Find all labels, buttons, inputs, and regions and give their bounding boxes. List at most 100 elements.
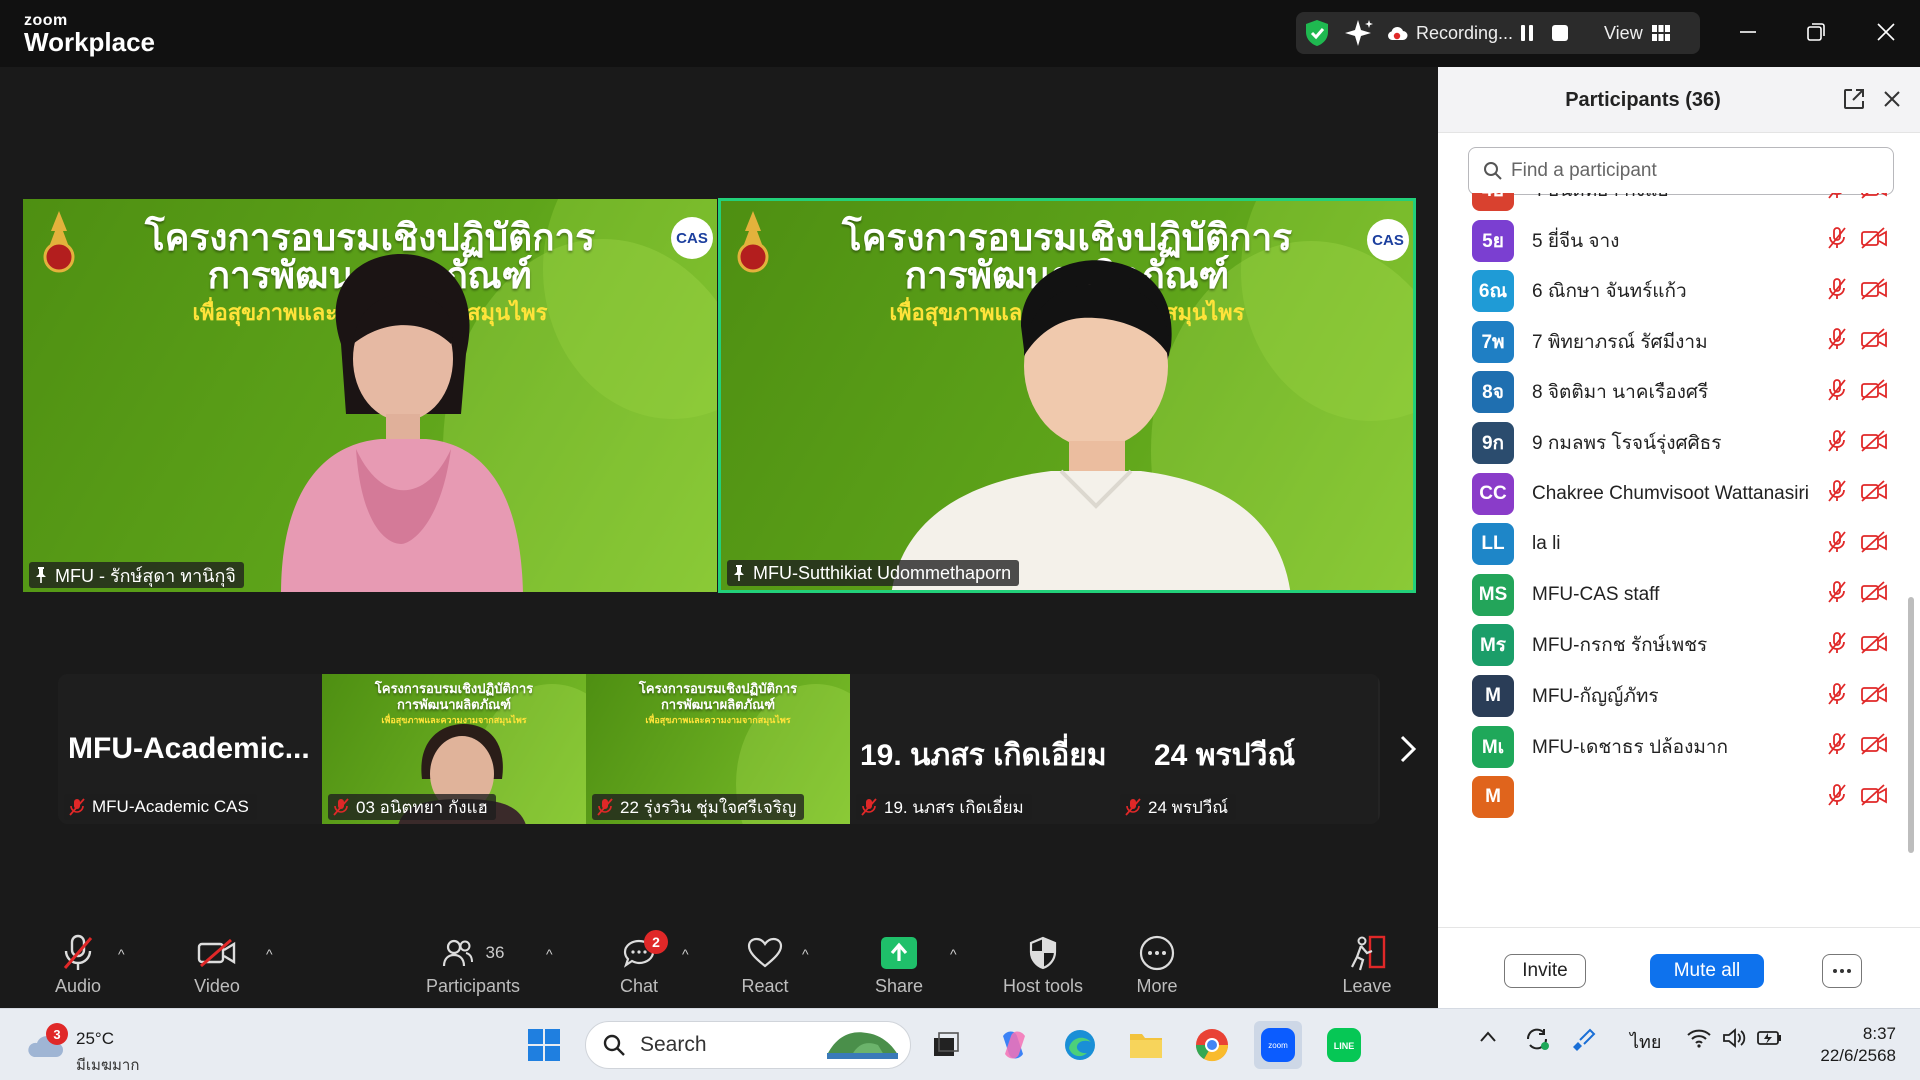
taskbar-search[interactable]: Search: [585, 1021, 911, 1069]
mic-muted-icon[interactable]: [1826, 193, 1848, 205]
mic-muted-icon[interactable]: [1826, 580, 1848, 609]
taskbar-search-label: Search: [640, 1033, 707, 1056]
find-participant-field[interactable]: [1468, 147, 1894, 195]
react-button[interactable]: React: [710, 930, 820, 1006]
wifi-tray-icon[interactable]: [1686, 1027, 1712, 1054]
copilot-app[interactable]: [990, 1021, 1038, 1069]
video-off-icon[interactable]: [1860, 480, 1888, 507]
encryption-shield-icon[interactable]: [1304, 14, 1330, 52]
video-off-icon[interactable]: [1860, 227, 1888, 254]
windows-start-button[interactable]: [520, 1021, 568, 1069]
volume-tray-icon[interactable]: [1722, 1027, 1746, 1054]
host-tools-button[interactable]: Host tools: [978, 930, 1108, 1006]
stop-recording-button[interactable]: [1550, 14, 1570, 52]
video-off-icon[interactable]: [1860, 581, 1888, 608]
participant-row[interactable]: M: [1438, 766, 1908, 828]
strip-tile[interactable]: MFU-Academic... MFU-Academic CAS: [58, 674, 322, 824]
share-options-caret[interactable]: ^: [950, 946, 957, 962]
participants-button[interactable]: 36 Participants: [418, 930, 528, 1006]
mute-all-button[interactable]: Mute all: [1650, 954, 1764, 988]
close-panel-button[interactable]: [1882, 89, 1902, 114]
strip-tile[interactable]: 24 พรปวีณ์ 24 พรปวีณ์: [1114, 674, 1378, 824]
host-tools-label: Host tools: [1002, 976, 1084, 996]
file-explorer-app[interactable]: [1122, 1021, 1170, 1069]
task-view-app[interactable]: [922, 1021, 970, 1069]
view-button[interactable]: View: [1604, 14, 1671, 52]
strip-next-page-button[interactable]: [1384, 724, 1432, 774]
leave-button[interactable]: Leave: [1312, 930, 1422, 1006]
chrome-app[interactable]: [1188, 1021, 1236, 1069]
mic-muted-icon[interactable]: [1826, 732, 1848, 761]
video-tile-rakskuda[interactable]: โครงการอบรมเชิงปฏิบัติการ การพัฒนาผลิตภั…: [23, 199, 717, 592]
edge-app[interactable]: [1056, 1021, 1104, 1069]
video-off-icon[interactable]: [1860, 328, 1888, 355]
invite-button[interactable]: Invite: [1504, 954, 1586, 988]
close-window-button[interactable]: [1856, 10, 1916, 54]
participants-scrollbar[interactable]: [1908, 597, 1914, 853]
strip-tile[interactable]: 19. นภสร เกิดเอี่ยม 19. นภสร เกิดเอี่ยม: [850, 674, 1114, 824]
more-button[interactable]: More: [1102, 930, 1212, 1006]
mic-muted-icon[interactable]: [1826, 783, 1848, 812]
chat-button[interactable]: Chat: [584, 930, 694, 1006]
cloud-recording-indicator[interactable]: Recording...: [1386, 14, 1513, 52]
react-options-caret[interactable]: ^: [802, 946, 809, 962]
mic-muted-icon[interactable]: [1826, 631, 1848, 660]
mic-muted-icon[interactable]: [1826, 530, 1848, 559]
video-off-icon[interactable]: [1860, 278, 1888, 305]
sync-tray-icon[interactable]: [1524, 1027, 1550, 1056]
line-app[interactable]: LINE: [1320, 1021, 1368, 1069]
video-off-icon[interactable]: [1860, 733, 1888, 760]
mic-muted-icon[interactable]: [1826, 429, 1848, 458]
pause-recording-button[interactable]: [1518, 14, 1536, 52]
tile-nametag: 24 พรปวีณ์: [1120, 794, 1237, 820]
participants-options-caret[interactable]: ^: [546, 946, 553, 962]
meeting-main-area: โครงการอบรมเชิงปฏิบัติการ การพัฒนาผลิตภั…: [0, 67, 1438, 1008]
find-participant-input[interactable]: [1511, 160, 1871, 182]
muted-mic-icon: [68, 797, 86, 817]
sync-icon: [1526, 1028, 1549, 1050]
video-off-icon[interactable]: [1860, 682, 1888, 710]
video-off-icon[interactable]: [1860, 379, 1888, 406]
video-off-icon[interactable]: [1860, 531, 1888, 558]
video-button[interactable]: Video: [162, 930, 272, 1006]
mic-muted-icon[interactable]: [1826, 327, 1848, 356]
language-indicator[interactable]: ไทย: [1630, 1027, 1661, 1056]
share-button[interactable]: Share: [844, 930, 954, 1006]
participant-name: MFU - รักษ์สุดา ทานิกุจิ: [55, 565, 236, 586]
mic-muted-icon[interactable]: [1826, 226, 1848, 255]
ai-companion-sparkle-icon[interactable]: [1344, 14, 1374, 52]
video-options-caret[interactable]: ^: [266, 946, 273, 962]
zoom-app-active[interactable]: zoom: [1254, 1021, 1302, 1069]
popout-panel-button[interactable]: [1842, 87, 1866, 116]
participant-name: MFU-Sutthikiat Udommethaporn: [753, 562, 1012, 583]
minimize-button[interactable]: [1718, 10, 1778, 54]
audio-options-caret[interactable]: ^: [118, 946, 125, 962]
participant-avatar: 9ก: [1472, 422, 1514, 464]
audio-button[interactable]: Audio: [23, 930, 133, 1006]
show-hidden-icons-button[interactable]: [1478, 1027, 1498, 1052]
video-off-icon[interactable]: [1860, 193, 1888, 204]
chat-options-caret[interactable]: ^: [682, 946, 689, 962]
meeting-toolbar: Audio ^ Video ^ 36 Participants ^ Chat 2…: [0, 920, 1438, 1008]
taskbar-clock[interactable]: 8:37 22/6/2568: [1796, 1023, 1896, 1067]
tile-nametag: 19. นภสร เกิดเอี่ยม: [856, 794, 1032, 820]
panel-more-button[interactable]: [1822, 954, 1862, 988]
video-off-icon[interactable]: [1860, 429, 1888, 457]
strip-tile[interactable]: โครงการอบรมเชิงปฏิบัติการ การพัฒนาผลิตภั…: [586, 674, 850, 824]
video-tile-sutthikiat-active-speaker[interactable]: โครงการอบรมเชิงปฏิบัติการ การพัฒนาผลิตภั…: [718, 198, 1416, 593]
battery-tray-icon[interactable]: [1756, 1027, 1784, 1054]
pen-input-tray-icon[interactable]: [1570, 1027, 1598, 1056]
video-off-icon[interactable]: [1860, 632, 1888, 659]
strip-tile[interactable]: โครงการอบรมเชิงปฏิบัติการ การพัฒนาผลิตภั…: [322, 674, 586, 824]
video-off-icon[interactable]: [1860, 784, 1888, 811]
share-label: Share: [874, 976, 924, 996]
participant-name: 5 ยี่จีน จาง: [1532, 230, 1620, 252]
heart-icon: [747, 937, 783, 968]
mic-muted-icon[interactable]: [1826, 682, 1848, 711]
participant-name: 4 อนิตทยา กังแฮ: [1532, 193, 1669, 205]
mic-muted-icon[interactable]: [1826, 277, 1848, 306]
mic-muted-icon[interactable]: [1826, 378, 1848, 407]
mic-muted-icon[interactable]: [1826, 479, 1848, 508]
restore-button[interactable]: [1786, 10, 1846, 54]
participant-avatar: CC: [1472, 472, 1514, 515]
